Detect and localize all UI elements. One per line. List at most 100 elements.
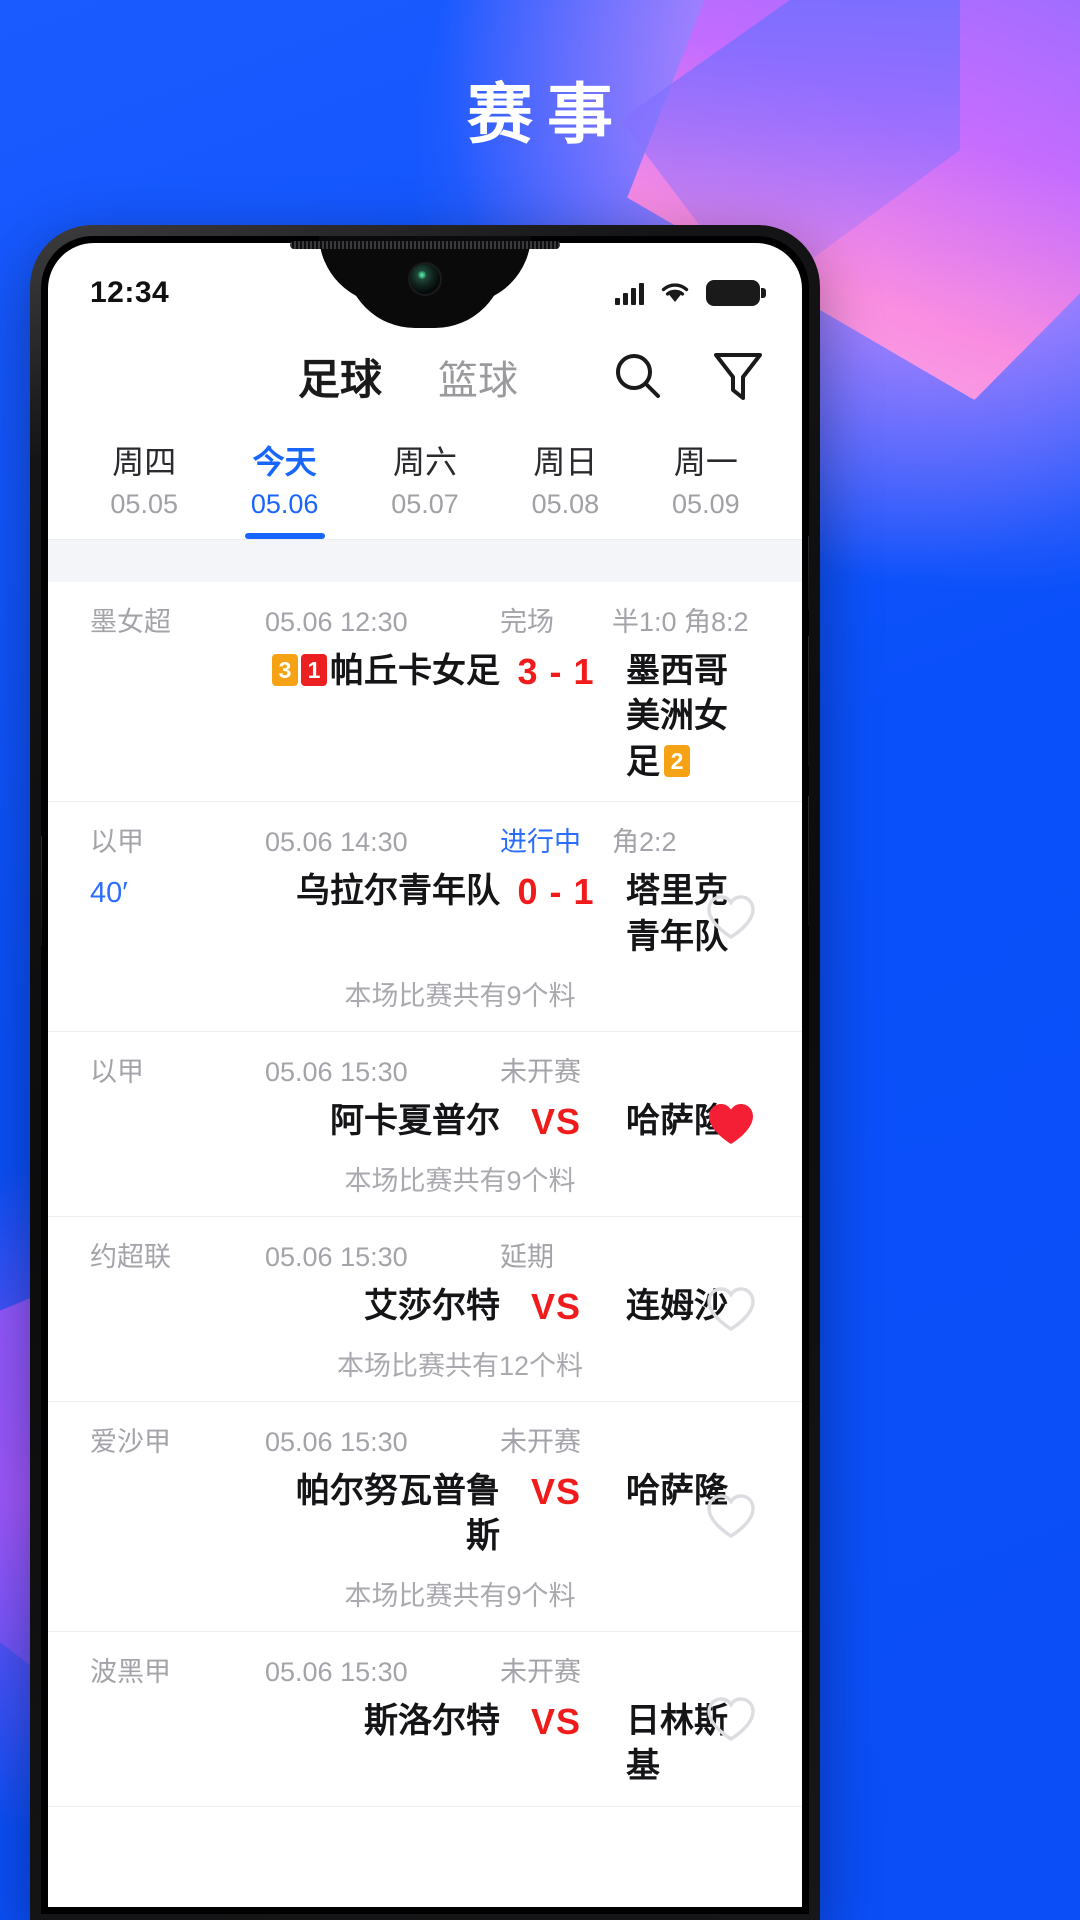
match-row[interactable]: 爱沙甲 05.06 15:30 未开赛 帕尔努瓦普鲁斯 VS 哈萨隆 本场比赛共有9个料 — [48, 1401, 802, 1632]
favorite-heart-icon[interactable] — [704, 1489, 758, 1543]
date-tab-bar: 周四 05.05 今天 05.06 周六 05.07 周日 05.08 周一 0… — [48, 431, 802, 540]
phone-frame: 12:34 足球 篮球 周四 05.05 今天 05.06 周六 05.07 周… — [30, 225, 820, 1920]
power-button[interactable] — [808, 536, 809, 610]
date-tab-dow: 周日 — [533, 444, 598, 480]
match-meta: 以甲 05.06 14:30 进行中 角2:2 — [48, 820, 802, 859]
filter-icon[interactable] — [710, 348, 766, 404]
league-name: 墨女超 — [90, 606, 171, 637]
league-name: 以甲 — [90, 827, 144, 858]
match-score: VS — [530, 1285, 582, 1327]
match-score: VS — [530, 1470, 582, 1512]
date-tab-1[interactable]: 今天 05.06 — [214, 441, 354, 539]
list-section-spacer — [48, 539, 802, 582]
home-team: 阿卡夏普尔 — [330, 1102, 500, 1141]
match-minute — [90, 1699, 265, 1707]
wifi-icon — [658, 278, 692, 309]
match-meta: 以甲 05.06 15:30 未开赛 — [48, 1050, 802, 1089]
match-minute — [90, 1284, 265, 1292]
red-card-badge: 1 — [301, 653, 327, 686]
date-tab-3[interactable]: 周日 05.08 — [495, 441, 635, 539]
match-note: 本场比赛共有9个料 — [344, 1580, 576, 1611]
match-datetime: 05.06 15:30 — [265, 1426, 408, 1457]
signal-icon — [615, 281, 644, 305]
date-tab-2[interactable]: 周六 05.07 — [355, 441, 495, 539]
date-tab-dow: 今天 — [252, 444, 317, 480]
status-clock: 12:34 — [90, 276, 170, 309]
favorite-heart-icon[interactable] — [704, 1097, 758, 1151]
date-tab-dow: 周一 — [673, 444, 738, 480]
date-tab-date: 05.09 — [672, 489, 740, 520]
match-note: 本场比赛共有9个料 — [344, 1165, 576, 1196]
match-meta: 墨女超 05.06 12:30 完场 半1:0 角8:2 — [48, 600, 802, 639]
search-icon[interactable] — [610, 348, 666, 404]
match-score: 3 - 1 — [517, 650, 595, 692]
match-note: 本场比赛共有12个料 — [336, 1350, 584, 1381]
status-icons — [615, 278, 766, 309]
date-tab-4[interactable]: 周一 05.09 — [636, 441, 776, 539]
match-minute — [90, 1099, 265, 1107]
yellow-card-badge: 2 — [664, 744, 690, 777]
match-meta: 爱沙甲 05.06 15:30 未开赛 — [48, 1420, 802, 1459]
match-score: VS — [530, 1101, 582, 1143]
battery-icon — [706, 280, 766, 306]
match-score: 0 - 1 — [517, 871, 595, 913]
match-datetime: 05.06 12:30 — [265, 606, 408, 637]
favorite-heart-icon[interactable] — [704, 1692, 758, 1746]
match-body: 3 1 帕丘卡女足 3 - 1 墨西哥美洲女足 2 — [48, 639, 802, 786]
phone-bezel: 12:34 足球 篮球 周四 05.05 今天 05.06 周六 05.07 周… — [41, 236, 809, 1914]
match-meta: 约超联 05.06 15:30 延期 — [48, 1235, 802, 1274]
match-list: 墨女超 05.06 12:30 完场 半1:0 角8:2 3 1 帕丘卡女足 3 - 1 墨西哥… — [48, 581, 802, 1807]
match-extra-stats: 半1:0 角8:2 — [612, 606, 749, 637]
match-row[interactable]: 墨女超 05.06 12:30 完场 半1:0 角8:2 3 1 帕丘卡女足 3 - 1 墨西哥… — [48, 581, 802, 803]
league-name: 爱沙甲 — [90, 1426, 171, 1457]
match-datetime: 05.06 15:30 — [265, 1241, 408, 1272]
sport-tabs: 足球 篮球 — [298, 346, 518, 407]
home-team: 帕尔努瓦普鲁斯 — [296, 1471, 500, 1556]
yellow-card-badge: 3 — [272, 653, 298, 686]
home-team: 斯洛尔特 — [364, 1701, 500, 1740]
league-name: 波黑甲 — [90, 1656, 171, 1687]
assistant-button[interactable] — [41, 836, 42, 946]
home-team: 乌拉尔青年队 — [296, 872, 500, 911]
match-extra-stats: 角2:2 — [612, 827, 677, 858]
tab-football[interactable]: 足球 — [298, 346, 382, 407]
sport-tab-bar: 足球 篮球 — [48, 321, 802, 431]
match-status: 未开赛 — [500, 1057, 581, 1088]
match-row[interactable]: 以甲 05.06 15:30 未开赛 阿卡夏普尔 VS 哈萨隆 本场比赛共有9个料 — [48, 1032, 802, 1217]
match-body: 40′ 乌拉尔青年队 0 - 1 塔里克青年队 — [48, 859, 802, 960]
volume-up-button[interactable] — [808, 636, 809, 766]
volume-down-button[interactable] — [808, 796, 809, 926]
favorite-heart-icon[interactable] — [704, 890, 758, 944]
tab-basketball[interactable]: 篮球 — [438, 348, 518, 406]
match-minute — [90, 649, 265, 657]
match-body: 帕尔努瓦普鲁斯 VS 哈萨隆 — [48, 1459, 802, 1560]
match-row[interactable]: 约超联 05.06 15:30 延期 艾莎尔特 VS 连姆沙本场比赛共有12个料 — [48, 1216, 802, 1402]
match-minute: 40′ — [90, 877, 128, 910]
match-body: 斯洛尔特 VS 日林斯基 — [48, 1689, 802, 1790]
page-root: 赛事 12:34 足球 篮球 周四 05.05 今天 05.06 周六 05.0… — [0, 0, 1080, 1920]
match-datetime: 05.06 14:30 — [265, 827, 408, 858]
date-tab-dow: 周六 — [393, 444, 458, 480]
away-team: 墨西哥美洲女足 2 — [626, 651, 728, 781]
date-tab-date: 05.05 — [110, 489, 178, 520]
date-tab-date: 05.06 — [250, 489, 319, 520]
status-bar: 12:34 — [48, 243, 802, 321]
date-tab-dow: 周四 — [112, 444, 177, 480]
match-score: VS — [530, 1700, 582, 1742]
match-status: 未开赛 — [500, 1426, 581, 1457]
header-actions — [610, 348, 766, 404]
match-meta: 波黑甲 05.06 15:30 未开赛 — [48, 1650, 802, 1689]
league-name: 约超联 — [90, 1241, 171, 1272]
match-note: 本场比赛共有9个料 — [344, 981, 576, 1012]
phone-screen: 12:34 足球 篮球 周四 05.05 今天 05.06 周六 05.07 周… — [48, 243, 802, 1907]
match-row[interactable]: 以甲 05.06 14:30 进行中 角2:2 40′ 乌拉尔青年队 0 - 1 塔里克青年队… — [48, 802, 802, 1033]
date-tab-0[interactable]: 周四 05.05 — [74, 441, 214, 539]
match-datetime: 05.06 15:30 — [265, 1656, 408, 1687]
match-body: 艾莎尔特 VS 连姆沙 — [48, 1274, 802, 1330]
date-tab-date: 05.07 — [391, 489, 459, 520]
match-datetime: 05.06 15:30 — [265, 1057, 408, 1088]
match-row[interactable]: 波黑甲 05.06 15:30 未开赛 斯洛尔特 VS 日林斯基 — [48, 1631, 802, 1807]
favorite-heart-icon[interactable] — [704, 1282, 758, 1336]
match-status: 未开赛 — [500, 1656, 581, 1687]
match-status: 延期 — [500, 1241, 554, 1272]
